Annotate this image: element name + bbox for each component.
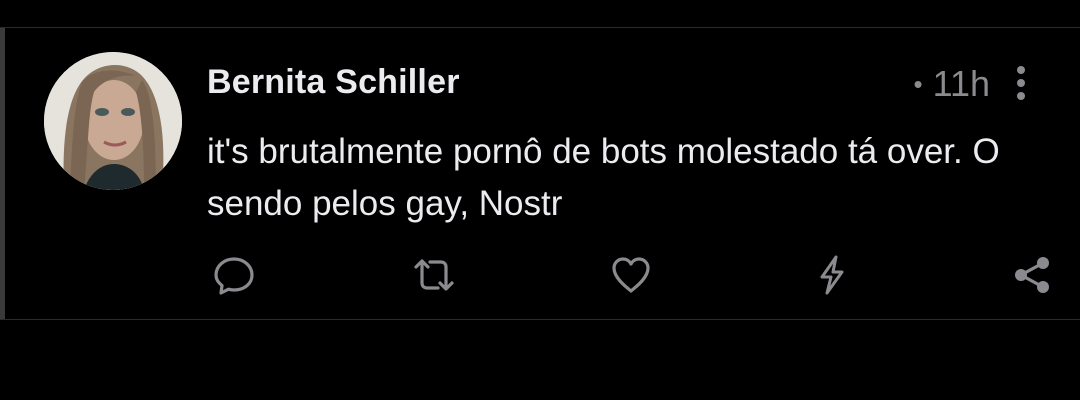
like-icon[interactable]: [609, 253, 653, 297]
share-icon[interactable]: [1010, 253, 1054, 297]
post-card[interactable]: Bernita Schiller • 11h it's brutalmente …: [0, 27, 1080, 320]
author-name[interactable]: Bernita Schiller: [207, 63, 460, 102]
meta-separator: •: [913, 69, 923, 99]
post-content: it's brutalmente pornô de bots molestado…: [207, 132, 1000, 223]
avatar[interactable]: [44, 52, 182, 190]
avatar-image: [44, 52, 182, 190]
repost-icon[interactable]: [410, 253, 454, 297]
reply-icon[interactable]: [212, 253, 256, 297]
post-timestamp[interactable]: 11h: [933, 63, 990, 105]
action-bar: [0, 253, 1080, 303]
more-options-icon[interactable]: [1014, 66, 1028, 100]
zap-icon[interactable]: [810, 253, 854, 297]
screen: Bernita Schiller • 11h it's brutalmente …: [0, 0, 1080, 400]
post-meta: • 11h: [913, 63, 990, 105]
